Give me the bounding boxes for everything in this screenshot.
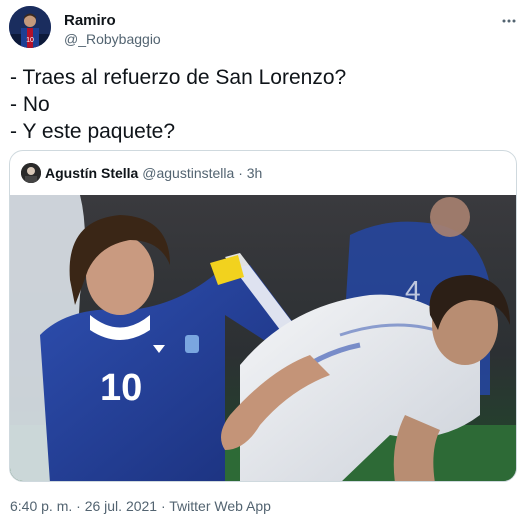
author-name[interactable]: Ramiro <box>64 12 116 29</box>
quoted-author-avatar[interactable] <box>21 163 41 183</box>
tweet-text: - Traes al refuerzo de San Lorenzo? - No… <box>10 66 347 143</box>
tweet-timestamp[interactable]: 6:40 p. m. · 26 jul. 2021 · Twitter Web … <box>10 498 271 514</box>
author-avatar[interactable]: 10 <box>9 6 51 48</box>
quoted-author-handle[interactable]: @agustinstella <box>142 165 234 181</box>
quoted-time[interactable]: · 3h <box>238 165 262 181</box>
quoted-photo[interactable]: 4 10 <box>10 195 516 481</box>
more-options-icon[interactable] <box>501 13 517 34</box>
quoted-tweet[interactable]: Agustín Stella @agustinstella · 3h 4 10 <box>9 150 517 482</box>
player-number: 10 <box>100 367 142 409</box>
author-handle[interactable]: @_Robybaggio <box>64 31 161 47</box>
quoted-header: Agustín Stella @agustinstella · 3h <box>45 165 262 181</box>
svg-text:10: 10 <box>26 37 34 44</box>
quoted-author-name[interactable]: Agustín Stella <box>45 165 138 181</box>
